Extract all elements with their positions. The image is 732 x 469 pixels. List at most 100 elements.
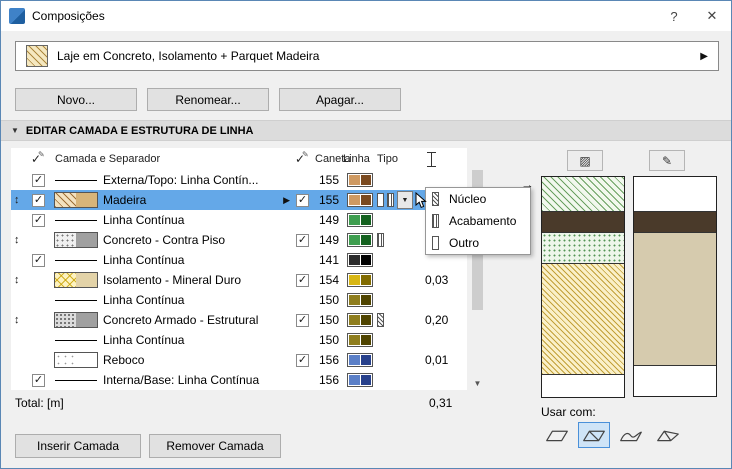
help-button[interactable]: ? xyxy=(655,1,693,31)
bar-hatch-icon[interactable] xyxy=(377,313,384,327)
pen-color-segment[interactable] xyxy=(349,255,360,265)
cut-fill-pattern[interactable] xyxy=(55,193,76,207)
surface-pattern[interactable] xyxy=(76,233,97,247)
pen-color-cell[interactable] xyxy=(343,210,377,230)
cut-fill-pattern[interactable] xyxy=(55,273,76,287)
checkbox[interactable]: ✓ xyxy=(296,193,309,207)
table-row[interactable]: ✓ Linha Contínua 141 xyxy=(11,250,467,270)
preview-layer[interactable] xyxy=(542,264,624,375)
layer-name-cell[interactable]: Externa/Topo: Linha Contín... xyxy=(103,170,293,190)
pen-check-cell[interactable] xyxy=(293,210,315,230)
pen-check-cell[interactable] xyxy=(293,330,315,350)
pen-color-swatch[interactable] xyxy=(347,313,373,327)
checkbox[interactable]: ✓ xyxy=(296,353,309,367)
line-sample[interactable] xyxy=(55,299,97,301)
type-dropdown-button[interactable]: ▼ xyxy=(397,191,413,209)
pen-color-segment[interactable] xyxy=(360,215,371,225)
remove-layer-button[interactable]: Remover Camada xyxy=(149,434,281,458)
table-row[interactable]: ↕ Concreto - Contra Piso ✓ 149 xyxy=(11,230,467,250)
preview-layer[interactable] xyxy=(542,177,624,212)
dropdown-item[interactable]: Acabamento xyxy=(426,210,530,232)
pen-number[interactable]: 141 xyxy=(315,250,343,270)
preview-layer[interactable] xyxy=(634,212,716,233)
visibility-cell[interactable]: ✓ xyxy=(29,250,51,270)
checkbox[interactable]: ✓ xyxy=(32,253,45,267)
layer-name[interactable]: Linha Contínua xyxy=(103,213,184,227)
drag-cell[interactable] xyxy=(11,370,29,390)
layer-fill-swatch[interactable] xyxy=(54,352,98,368)
pen-check-cell[interactable] xyxy=(293,290,315,310)
pen-color-segment[interactable] xyxy=(360,275,371,285)
layer-name[interactable]: Concreto - Contra Piso xyxy=(103,233,225,247)
pen-check-cell[interactable]: ✓ xyxy=(293,350,315,370)
swatch-cell[interactable] xyxy=(51,370,103,390)
thickness-value[interactable]: 0,20 xyxy=(417,310,465,330)
layer-fill-swatch[interactable] xyxy=(54,232,98,248)
visibility-cell[interactable]: ✓ xyxy=(29,210,51,230)
close-button[interactable]: ✕ xyxy=(693,1,731,31)
layer-fill-swatch[interactable] xyxy=(54,192,98,208)
type-cell[interactable] xyxy=(377,330,417,350)
type-cell[interactable] xyxy=(377,170,417,190)
swatch-cell[interactable] xyxy=(51,350,103,370)
dropdown-item[interactable]: Núcleo xyxy=(426,188,530,210)
pen-color-cell[interactable] xyxy=(343,190,377,210)
pen-color-swatch[interactable] xyxy=(347,373,373,387)
type-cell[interactable] xyxy=(377,210,417,230)
pen-color-segment[interactable] xyxy=(349,355,360,365)
pen-number[interactable]: 149 xyxy=(315,210,343,230)
preview-layer[interactable] xyxy=(542,375,624,397)
pen-number[interactable]: 150 xyxy=(315,290,343,310)
drag-cell[interactable]: ↕ xyxy=(11,190,29,210)
swatch-cell[interactable] xyxy=(51,230,103,250)
table-row[interactable]: Linha Contínua 150 xyxy=(11,330,467,350)
checkbox[interactable]: ✓ xyxy=(32,193,45,207)
swatch-cell[interactable] xyxy=(51,170,103,190)
pen-color-cell[interactable] xyxy=(343,230,377,250)
layer-name-cell[interactable]: Concreto - Contra Piso xyxy=(103,230,293,250)
name-combo-arrow-icon[interactable]: ▶ xyxy=(283,195,290,206)
scrollbar-down-icon[interactable]: ▼ xyxy=(471,376,484,390)
visibility-cell[interactable] xyxy=(29,230,51,250)
cut-fill-pattern[interactable] xyxy=(55,313,76,327)
pen-color-swatch[interactable] xyxy=(347,353,373,367)
pen-color-segment[interactable] xyxy=(360,375,371,385)
visibility-cell[interactable] xyxy=(29,290,51,310)
pen-color-cell[interactable] xyxy=(343,350,377,370)
drag-cell[interactable]: ↕ xyxy=(11,230,29,250)
type-cell[interactable] xyxy=(377,370,417,390)
swatch-cell[interactable] xyxy=(51,190,103,210)
line-sample[interactable] xyxy=(55,179,97,181)
pen-color-segment[interactable] xyxy=(360,295,371,305)
visibility-cell[interactable]: ✓ xyxy=(29,370,51,390)
visibility-cell[interactable]: ✓ xyxy=(29,190,51,210)
layer-name[interactable]: Isolamento - Mineral Duro xyxy=(103,273,241,287)
type-cell[interactable] xyxy=(377,350,417,370)
layer-name[interactable]: Externa/Topo: Linha Contín... xyxy=(103,173,258,187)
use-with-shell-icon[interactable] xyxy=(615,422,647,448)
delete-button[interactable]: Apagar... xyxy=(279,88,401,111)
pen-check-cell[interactable]: ✓ xyxy=(293,270,315,290)
surface-pattern[interactable] xyxy=(76,353,97,367)
table-row[interactable]: ✓ Externa/Topo: Linha Contín... 155 xyxy=(11,170,467,190)
type-cell[interactable] xyxy=(377,250,417,270)
drag-cell[interactable] xyxy=(11,210,29,230)
pen-number[interactable]: 154 xyxy=(315,270,343,290)
visibility-cell[interactable] xyxy=(29,350,51,370)
thickness-value[interactable]: 0,03 xyxy=(417,270,465,290)
preview-fill-display-button[interactable]: ▨ xyxy=(567,150,603,171)
layer-fill-swatch[interactable] xyxy=(54,312,98,328)
composition-selector[interactable]: Laje em Concreto, Isolamento + Parquet M… xyxy=(15,41,719,71)
pen-color-cell[interactable] xyxy=(343,290,377,310)
table-scrollbar[interactable]: ▼ xyxy=(471,148,484,390)
layer-name[interactable]: Madeira xyxy=(103,193,146,207)
pen-color-segment[interactable] xyxy=(349,315,360,325)
swatch-cell[interactable] xyxy=(51,270,103,290)
preview-layer[interactable] xyxy=(634,233,716,366)
drag-cell[interactable] xyxy=(11,290,29,310)
section-header-edit-layers[interactable]: ▼ EDITAR CAMADA E ESTRUTURA DE LINHA xyxy=(1,120,731,141)
pen-color-swatch[interactable] xyxy=(347,293,373,307)
pen-number[interactable]: 156 xyxy=(315,370,343,390)
pen-color-cell[interactable] xyxy=(343,250,377,270)
pen-color-segment[interactable] xyxy=(349,175,360,185)
